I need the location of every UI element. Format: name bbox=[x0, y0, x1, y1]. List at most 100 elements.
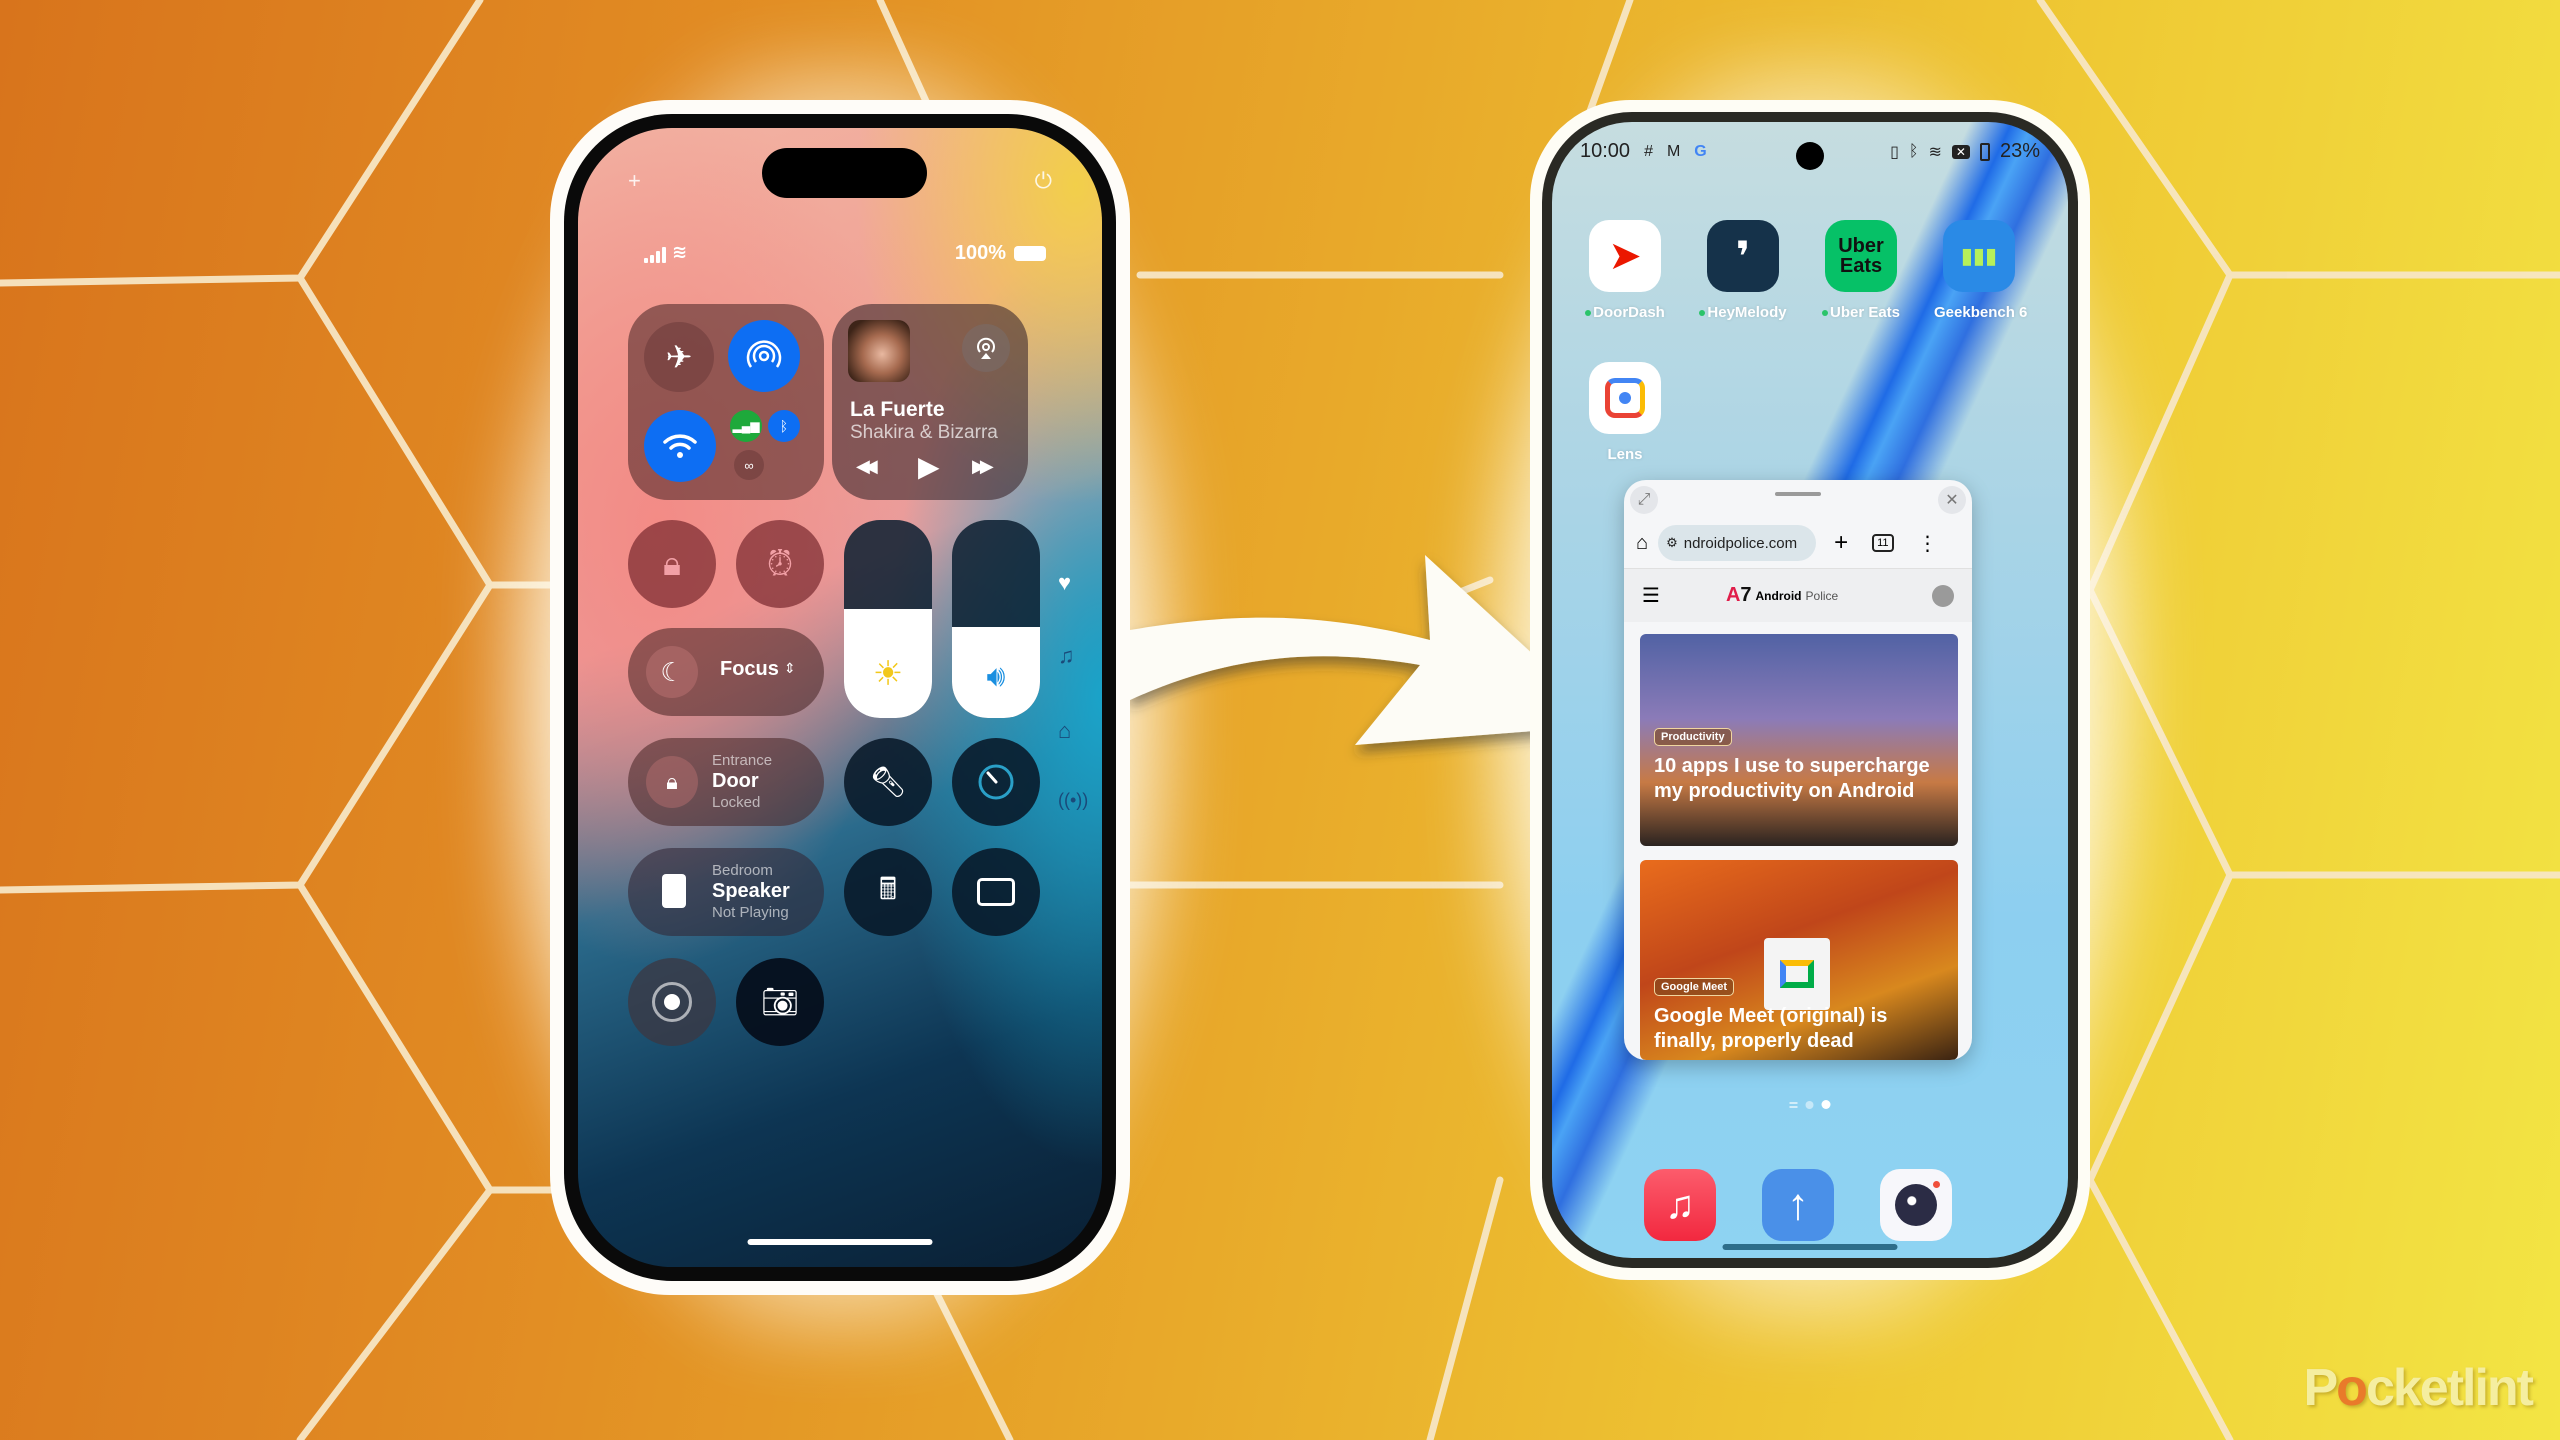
timer-toggle[interactable] bbox=[952, 738, 1040, 826]
link-icon: ∞ bbox=[744, 457, 754, 473]
home-tile-speaker[interactable]: Bedroom Speaker Not Playing bbox=[628, 848, 824, 936]
camera-button[interactable]: 📷︎ bbox=[736, 958, 824, 1046]
android-bezel: 10:00 # M G ▯ ᛒ ≋ ✕ 23% ➤ DoorDash ❜ Hey… bbox=[1542, 112, 2078, 1268]
no-sim-icon: ✕ bbox=[1951, 144, 1970, 159]
home-indicator[interactable] bbox=[747, 1239, 933, 1245]
orientation-lock-toggle[interactable]: 🔒︎ bbox=[628, 520, 716, 608]
add-control-icon[interactable]: + bbox=[628, 168, 641, 194]
popup-title-bar[interactable]: ⤢ ✕ bbox=[1624, 480, 1972, 518]
account-icon[interactable] bbox=[1932, 584, 1954, 607]
wifi-status-icon: ≋ bbox=[672, 242, 688, 262]
article-card[interactable]: Google Meet Google Meet (original) is fi… bbox=[1640, 860, 1958, 1060]
menu-icon[interactable]: ☰ bbox=[1642, 583, 1660, 608]
airplane-mode-toggle[interactable]: ✈ bbox=[644, 322, 714, 392]
android-police-logo[interactable]: A7 Android Police bbox=[1726, 584, 1838, 607]
page-indicator[interactable] bbox=[1789, 1100, 1831, 1109]
google-notification-icon: G bbox=[1694, 142, 1707, 160]
dock-music[interactable]: ♫ bbox=[1644, 1169, 1716, 1241]
screen-record-button[interactable] bbox=[628, 958, 716, 1046]
calculator-icon: 🖩 bbox=[879, 872, 897, 906]
connectivity-tile[interactable]: ✈ ▂▄▆ ᛒ ∞ bbox=[628, 304, 824, 500]
airplay-audio-icon bbox=[977, 337, 995, 359]
brightness-slider[interactable]: ☀ bbox=[844, 520, 932, 718]
iphone-bezel: + ⏻ ≋ 100% ✈ ▂▄▆ ᛒ ∞ La Fuerte Shakira &… bbox=[564, 114, 1116, 1281]
sun-icon: ☀ bbox=[872, 655, 904, 693]
bluetooth-icon: ᛒ bbox=[779, 418, 789, 434]
battery-group: 100% bbox=[955, 242, 1046, 265]
favorites-heart-icon[interactable]: ♥ bbox=[1058, 570, 1071, 596]
power-icon[interactable]: ⏻ bbox=[1035, 168, 1052, 194]
close-window-button[interactable]: ✕ bbox=[1938, 486, 1966, 514]
gesture-nav-bar[interactable] bbox=[1722, 1244, 1898, 1250]
page-dot-active bbox=[1821, 1100, 1831, 1109]
now-playing-tile[interactable]: La Fuerte Shakira & Bizarra ◀◀ ▶ ▶▶ bbox=[832, 304, 1028, 500]
screen-mirroring-icon bbox=[977, 878, 1015, 906]
app-label: Uber Eats bbox=[1829, 304, 1901, 321]
site-header: ☰ A7 Android Police bbox=[1624, 568, 1972, 622]
site-name-bold: Android bbox=[1755, 588, 1802, 603]
new-tab-button[interactable]: + bbox=[1834, 529, 1848, 557]
play-button[interactable]: ▶ bbox=[918, 450, 940, 483]
volume-slider[interactable]: 🔊︎ bbox=[952, 520, 1040, 718]
site-settings-icon[interactable]: ⚙ bbox=[1666, 535, 1678, 551]
battery-icon bbox=[1979, 142, 1990, 161]
lock-icon: 🔒︎ bbox=[666, 769, 678, 794]
new-app-dot bbox=[1585, 310, 1592, 317]
speaker-device: Speaker bbox=[712, 880, 790, 902]
dock-upload[interactable]: ↑ bbox=[1762, 1169, 1834, 1241]
dock-camera[interactable] bbox=[1880, 1169, 1952, 1241]
app-lens[interactable]: Lens bbox=[1580, 362, 1670, 463]
google-lens-icon bbox=[1589, 362, 1661, 434]
music-page-icon[interactable]: ♫ bbox=[1058, 643, 1075, 669]
article-tag: Google Meet bbox=[1654, 978, 1735, 996]
article-tag: Productivity bbox=[1654, 728, 1732, 746]
screen-mirroring-button[interactable] bbox=[952, 848, 1040, 936]
ap-logo-mark: A7 bbox=[1725, 584, 1752, 606]
moon-icon: ☾ bbox=[660, 656, 684, 687]
app-label: HeyMelody bbox=[1707, 304, 1787, 321]
cellular-icon: ▂▄▆ bbox=[732, 419, 760, 433]
flashlight-toggle[interactable]: 🔦︎ bbox=[844, 738, 932, 826]
ios-control-center: + ⏻ ≋ 100% ✈ ▂▄▆ ᛒ ∞ La Fuerte Shakira &… bbox=[578, 128, 1102, 1267]
focus-chevron-icon: ⇕ bbox=[784, 660, 796, 676]
next-track-button[interactable]: ▶▶ bbox=[972, 456, 994, 477]
speaker-volume-icon: 🔊︎ bbox=[986, 660, 1006, 693]
expand-window-button[interactable]: ⤢ bbox=[1630, 486, 1658, 514]
alarm-toggle[interactable]: ⏰︎ bbox=[736, 520, 824, 608]
heymelody-icon: ❜ bbox=[1707, 220, 1779, 292]
floating-browser-window[interactable]: ⤢ ✕ ⌂ ⚙ ndroidpolice.com + 11 ⋮ ☰ A7 And… bbox=[1624, 480, 1972, 1060]
connectivity-page-icon[interactable]: ((•)) bbox=[1058, 790, 1088, 811]
calculator-button[interactable]: 🖩 bbox=[844, 848, 932, 936]
bluetooth-status-icon: ᛒ bbox=[1908, 142, 1919, 160]
cellular-toggle[interactable]: ▂▄▆ bbox=[730, 410, 762, 442]
more-options-icon[interactable]: ⋮ bbox=[1918, 531, 1938, 556]
up-arrow-icon: ↑ bbox=[1787, 1180, 1809, 1229]
airdrop-toggle[interactable] bbox=[728, 320, 800, 392]
previous-track-button[interactable]: ◀◀ bbox=[856, 456, 878, 477]
app-geekbench[interactable]: ▮▮▮ Geekbench 6 bbox=[1934, 220, 2027, 321]
camera-icon: 📷︎ bbox=[760, 985, 800, 1019]
airplay-button[interactable] bbox=[962, 324, 1010, 372]
new-app-dot bbox=[1821, 310, 1828, 317]
article-title: 10 apps I use to supercharge my producti… bbox=[1654, 755, 1930, 802]
drag-handle[interactable] bbox=[1775, 492, 1821, 496]
app-doordash[interactable]: ➤ DoorDash bbox=[1580, 220, 1670, 321]
focus-button[interactable]: ☾ Focus ⇕ bbox=[628, 628, 824, 716]
personal-hotspot-toggle[interactable]: ∞ bbox=[734, 450, 764, 480]
app-heymelody[interactable]: ❜ HeyMelody bbox=[1698, 220, 1788, 321]
article-card[interactable]: Productivity 10 apps I use to supercharg… bbox=[1640, 634, 1958, 846]
orientation-lock-icon: 🔒︎ bbox=[662, 544, 682, 583]
bluetooth-toggle[interactable]: ᛒ bbox=[768, 410, 800, 442]
home-button[interactable]: ⌂ bbox=[1636, 532, 1648, 555]
focus-moon-circle: ☾ bbox=[646, 646, 698, 698]
home-page-icon[interactable]: ⌂ bbox=[1058, 718, 1071, 744]
watermark-text: cketlint bbox=[2365, 1359, 2534, 1417]
home-tile-door[interactable]: 🔒︎ Entrance Door Locked bbox=[628, 738, 824, 826]
flashlight-icon: 🔦︎ bbox=[868, 765, 908, 799]
tab-switcher-button[interactable]: 11 bbox=[1872, 534, 1894, 552]
ios-status-bar: ≋ 100% bbox=[634, 242, 1046, 270]
vibrate-icon: ▯ bbox=[1890, 143, 1899, 161]
app-uber-eats[interactable]: Uber Eats Uber Eats bbox=[1816, 220, 1906, 321]
wifi-toggle[interactable] bbox=[644, 410, 716, 482]
address-bar[interactable]: ⚙ ndroidpolice.com bbox=[1658, 525, 1817, 561]
